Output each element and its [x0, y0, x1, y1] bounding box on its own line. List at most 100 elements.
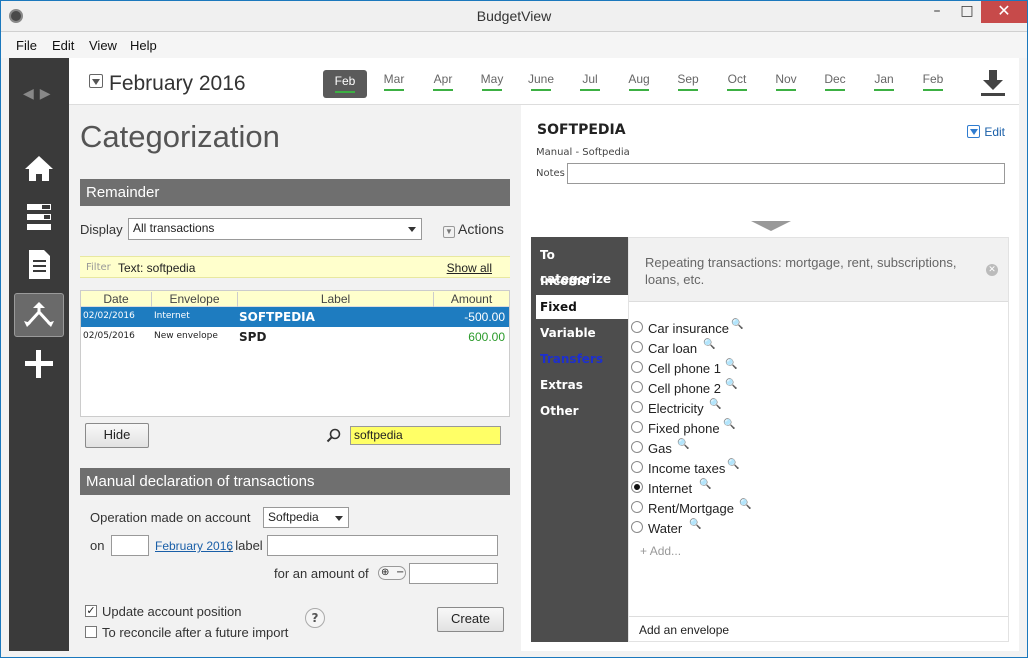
- month-tab-jan[interactable]: Jan: [862, 72, 906, 91]
- tab-income[interactable]: Income: [531, 269, 628, 293]
- menu-view[interactable]: View: [89, 38, 117, 53]
- month-tab-sep[interactable]: Sep: [666, 72, 710, 91]
- transactions-nav-button[interactable]: [14, 242, 64, 286]
- on-label: on: [90, 538, 105, 553]
- show-all-link[interactable]: Show all: [447, 261, 492, 275]
- month-tab-aug[interactable]: Aug: [617, 72, 661, 91]
- label-input[interactable]: [267, 535, 498, 556]
- add-envelope-link[interactable]: + Add...: [640, 544, 681, 558]
- magnifier-icon[interactable]: 🔍: [739, 499, 751, 510]
- sign-toggle[interactable]: ⊕ −: [378, 566, 406, 580]
- notes-input[interactable]: [567, 163, 1005, 184]
- document-icon: [29, 250, 50, 279]
- update-account-checkbox[interactable]: ✓: [85, 605, 97, 617]
- menu-help[interactable]: Help: [130, 38, 157, 53]
- edit-link[interactable]: Edit: [967, 125, 1005, 139]
- tab-fixed[interactable]: Fixed: [536, 295, 628, 319]
- col-label[interactable]: Label: [238, 292, 434, 307]
- back-arrow-icon[interactable]: ◀: [23, 86, 40, 102]
- magnifier-icon[interactable]: 🔍: [699, 479, 711, 490]
- tab-variable[interactable]: Variable: [531, 321, 628, 345]
- month-selector[interactable]: February 2016: [89, 72, 246, 96]
- display-select[interactable]: All transactions: [128, 218, 422, 240]
- month-link[interactable]: February 2016: [155, 539, 233, 553]
- table-row[interactable]: 02/05/2016 New envelope SPD 600.00: [81, 327, 509, 347]
- filter-label: Filter: [86, 262, 111, 273]
- col-envelope[interactable]: Envelope: [152, 292, 238, 307]
- window-title: BudgetView: [476, 8, 552, 24]
- envelope-radio[interactable]: [631, 401, 643, 413]
- envelope-radio[interactable]: [631, 441, 643, 453]
- close-description-icon[interactable]: ✕: [986, 264, 998, 276]
- table-row[interactable]: 02/02/2016 Internet SOFTPEDIA -500.00: [81, 307, 509, 327]
- create-button[interactable]: Create: [437, 607, 504, 632]
- magnifier-icon[interactable]: 🔍: [727, 459, 739, 470]
- add-link-label: Add...: [649, 544, 682, 558]
- envelope-radio[interactable]: [631, 461, 643, 473]
- add-an-envelope-button[interactable]: Add an envelope: [629, 616, 1008, 641]
- magnifier-icon[interactable]: 🔍: [731, 319, 743, 330]
- col-amount[interactable]: Amount: [434, 292, 509, 307]
- envelope-radio[interactable]: [631, 321, 643, 333]
- month-tab-dec[interactable]: Dec: [813, 72, 857, 91]
- magnifier-icon[interactable]: 🔍: [725, 379, 737, 390]
- magnifier-icon[interactable]: 🔍: [723, 419, 735, 430]
- menu-file[interactable]: File: [16, 38, 37, 53]
- magnifier-icon[interactable]: 🔍: [689, 519, 701, 530]
- magnifier-icon[interactable]: 🔍: [677, 439, 689, 450]
- magnifier-icon[interactable]: 🔍: [725, 359, 737, 370]
- envelope-radio[interactable]: [631, 361, 643, 373]
- menu-bar: File Edit View Help: [1, 32, 1027, 58]
- hide-button[interactable]: Hide: [85, 423, 149, 448]
- forward-arrow-icon[interactable]: ▶: [40, 86, 57, 102]
- search-input[interactable]: softpedia: [350, 426, 501, 445]
- dropdown-icon[interactable]: [89, 74, 103, 88]
- categorization-nav-button[interactable]: [14, 293, 64, 337]
- month-tab-nov[interactable]: Nov: [764, 72, 808, 91]
- maximize-button[interactable]: □: [953, 1, 981, 23]
- actions-menu[interactable]: ▼ Actions: [443, 221, 504, 238]
- month-tab-jul[interactable]: Jul: [568, 72, 612, 91]
- tab-transfers[interactable]: Transfers: [531, 347, 628, 371]
- home-nav-button[interactable]: [14, 148, 64, 192]
- close-button[interactable]: ✕: [981, 1, 1027, 23]
- envelope-radio[interactable]: [631, 381, 643, 393]
- download-icon[interactable]: [979, 68, 1007, 98]
- col-date[interactable]: Date: [81, 292, 152, 307]
- account-select[interactable]: Softpedia: [263, 507, 349, 528]
- remainder-header: Remainder: [80, 179, 510, 206]
- month-tab-feb[interactable]: Feb: [323, 70, 367, 98]
- month-tab-mar[interactable]: Mar: [372, 72, 416, 91]
- notes-label: Notes: [536, 168, 565, 179]
- budget-nav-button[interactable]: [14, 195, 64, 239]
- menu-edit[interactable]: Edit: [52, 38, 74, 53]
- minimize-button[interactable]: –: [923, 1, 951, 23]
- envelope-radio[interactable]: [631, 341, 643, 353]
- add-nav-button[interactable]: [14, 342, 64, 386]
- envelope-radio[interactable]: [631, 501, 643, 513]
- magnifier-icon[interactable]: 🔍: [709, 399, 721, 410]
- month-tab-may[interactable]: May: [470, 72, 514, 91]
- help-icon[interactable]: ?: [305, 608, 325, 628]
- tab-to-categorize[interactable]: To categorize: [531, 243, 628, 286]
- envelope-list-panel: Repeating transactions: mortgage, rent, …: [628, 237, 1009, 642]
- row-date: 02/02/2016: [83, 311, 135, 321]
- title-bar: BudgetView – □ ✕: [1, 1, 1027, 32]
- magnifier-icon[interactable]: 🔍: [703, 339, 715, 350]
- month-tab-oct[interactable]: Oct: [715, 72, 759, 91]
- envelope-radio[interactable]: [631, 421, 643, 433]
- amount-input[interactable]: [409, 563, 498, 584]
- transactions-table: Date Envelope Label Amount 02/02/2016 In…: [80, 290, 510, 417]
- filter-text: Text: softpedia: [118, 261, 196, 275]
- month-tab-feb-next[interactable]: Feb: [911, 72, 955, 91]
- month-tab-june[interactable]: June: [519, 72, 563, 91]
- tab-other[interactable]: Other: [531, 399, 628, 423]
- envelope-radio[interactable]: [631, 521, 643, 533]
- tab-extras[interactable]: Extras: [531, 373, 628, 397]
- row-envelope: New envelope: [154, 331, 218, 341]
- category-tabs: To categorize Income Fixed Variable Tran…: [531, 237, 628, 642]
- envelope-radio[interactable]: [631, 481, 643, 493]
- month-tab-apr[interactable]: Apr: [421, 72, 465, 91]
- reconcile-checkbox[interactable]: [85, 626, 97, 638]
- day-input[interactable]: [111, 535, 149, 556]
